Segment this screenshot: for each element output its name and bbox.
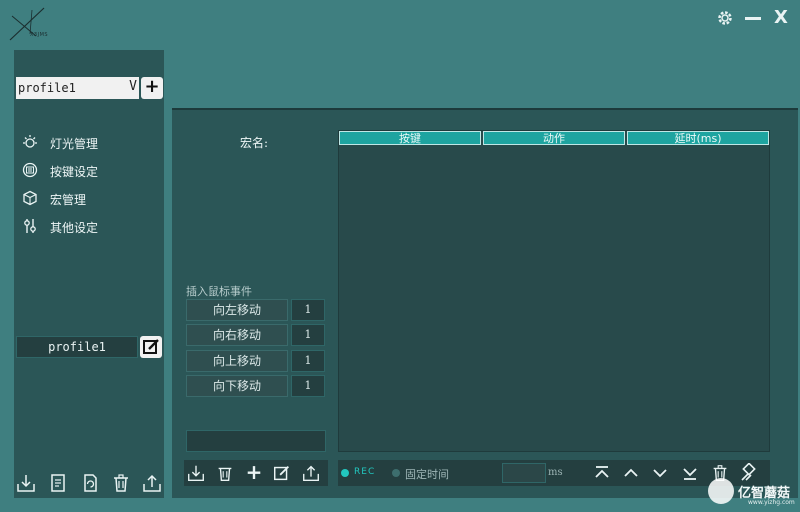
move-up-icon[interactable] xyxy=(621,463,641,483)
macro-name-label: 宏名: xyxy=(240,136,269,150)
rec-label: REC xyxy=(354,467,376,477)
minimize-icon[interactable] xyxy=(743,8,763,28)
table-header-action: 动作 xyxy=(483,131,625,145)
edit-profile-button[interactable] xyxy=(140,336,162,358)
move-right-value[interactable]: 1 xyxy=(291,324,325,346)
sidebar-item-label: 其他设定 xyxy=(50,221,99,235)
settings-gear-icon[interactable] xyxy=(715,8,735,28)
sidebar-item-macro[interactable]: 宏管理 xyxy=(18,188,158,210)
import-macro-icon[interactable] xyxy=(186,463,206,483)
clear-all-icon[interactable] xyxy=(739,463,759,483)
macro-name-input[interactable] xyxy=(186,430,326,452)
trash-icon[interactable] xyxy=(110,472,132,494)
profile-select-value: profile1 xyxy=(18,81,76,95)
profile-name-field[interactable]: profile1 xyxy=(16,336,138,358)
keyboard-icon xyxy=(22,162,38,178)
sidebar-item-lighting[interactable]: 灯光管理 xyxy=(18,132,158,154)
chevron-down-icon: V xyxy=(129,79,137,94)
fixed-time-label: 固定时间 xyxy=(405,468,449,481)
macro-events-table[interactable] xyxy=(338,130,770,452)
sidebar xyxy=(14,50,164,498)
watermark-logo xyxy=(708,478,734,504)
rec-radio[interactable] xyxy=(341,469,349,477)
export-icon[interactable] xyxy=(141,472,163,494)
table-header-delay: 延时(ms) xyxy=(627,131,769,145)
app-logo xyxy=(6,6,54,44)
move-right-button[interactable]: 向右移动 xyxy=(186,324,288,346)
delete-macro-icon[interactable] xyxy=(215,463,235,483)
watermark-url: www.yizhg.com xyxy=(748,499,795,506)
cube-icon xyxy=(22,190,38,206)
fixed-time-radio[interactable] xyxy=(392,469,400,477)
move-to-bottom-icon[interactable] xyxy=(680,463,700,483)
insert-mouse-event-label: 插入鼠标事件 xyxy=(186,285,252,298)
logo-text: X3JMS xyxy=(30,32,49,38)
import-icon[interactable] xyxy=(15,472,37,494)
move-left-button[interactable]: 向左移动 xyxy=(186,299,288,321)
move-up-value[interactable]: 1 xyxy=(291,350,325,372)
sidebar-item-label: 灯光管理 xyxy=(50,137,99,151)
sidebar-item-label: 宏管理 xyxy=(50,193,87,207)
move-down-icon[interactable] xyxy=(650,463,670,483)
fixed-time-input[interactable] xyxy=(502,463,546,483)
sliders-icon xyxy=(22,218,38,234)
refresh-file-icon[interactable] xyxy=(79,472,101,494)
move-left-value[interactable]: 1 xyxy=(291,299,325,321)
export-macro-icon[interactable] xyxy=(301,463,321,483)
add-macro-button[interactable]: + xyxy=(244,462,264,483)
close-button[interactable]: X xyxy=(771,8,791,28)
add-profile-button[interactable]: + xyxy=(141,77,163,99)
move-to-top-icon[interactable] xyxy=(592,463,612,483)
ms-unit-label: ms xyxy=(548,467,563,478)
sidebar-item-key-settings[interactable]: 按键设定 xyxy=(18,160,158,182)
profile-select[interactable]: profile1 V xyxy=(16,77,139,99)
edit-macro-icon[interactable] xyxy=(272,463,292,483)
move-down-button[interactable]: 向下移动 xyxy=(186,375,288,397)
lightbulb-icon xyxy=(22,134,38,150)
sidebar-item-other-settings[interactable]: 其他设定 xyxy=(18,216,158,238)
document-icon[interactable] xyxy=(47,472,69,494)
table-header-key: 按键 xyxy=(339,131,481,145)
move-up-button[interactable]: 向上移动 xyxy=(186,350,288,372)
move-down-value[interactable]: 1 xyxy=(291,375,325,397)
edit-icon xyxy=(143,339,159,354)
sidebar-item-label: 按键设定 xyxy=(50,165,99,179)
